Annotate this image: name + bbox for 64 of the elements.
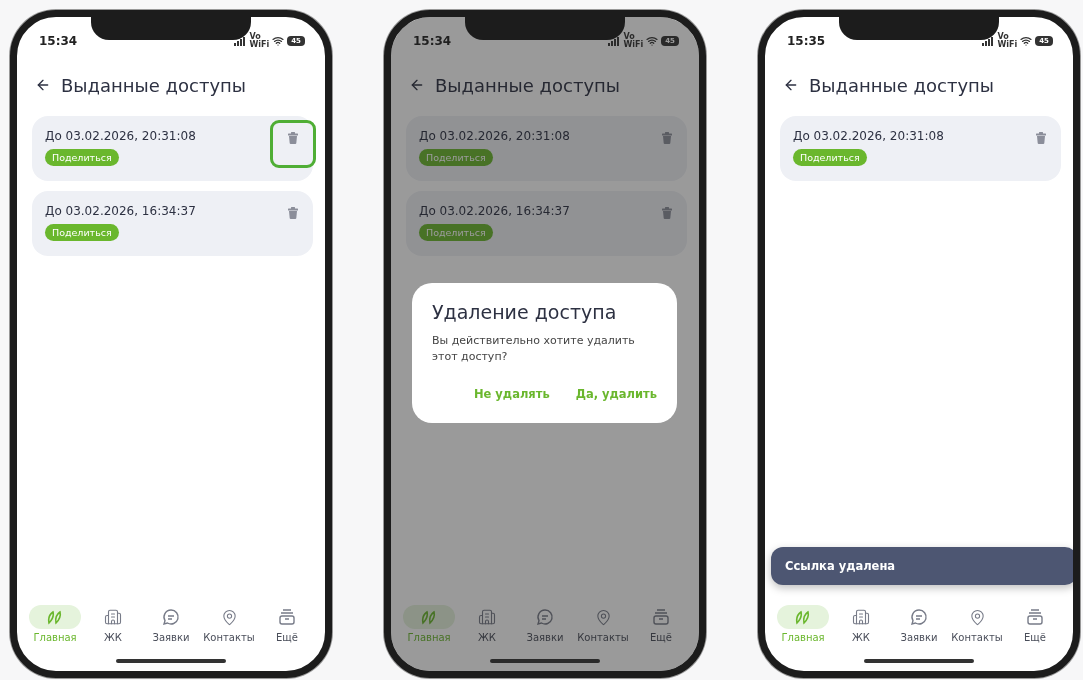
- nav-tab[interactable]: Контакты: [201, 605, 257, 643]
- wifi-icon: [646, 35, 659, 47]
- page-title: Выданные доступы: [809, 74, 995, 96]
- vowifi-label: Vo WiFi: [997, 33, 1018, 49]
- nav-tab[interactable]: Заявки: [517, 605, 573, 643]
- status-time: 15:34: [413, 34, 452, 48]
- wifi-icon: [1020, 35, 1033, 47]
- trash-icon: [1036, 132, 1046, 144]
- buildings-icon: [478, 608, 496, 626]
- back-icon[interactable]: [409, 77, 425, 93]
- nav-tab[interactable]: Заявки: [143, 605, 199, 643]
- dialog-title: Удаление доступа: [432, 301, 618, 323]
- page-title: Выданные доступы: [61, 74, 247, 96]
- leaves-icon: [795, 609, 811, 625]
- share-button[interactable]: Поделиться: [45, 224, 119, 241]
- chat-bubble-icon: [162, 608, 180, 626]
- status-time: 15:34: [39, 34, 78, 48]
- expiry-date: До 03.02.2026, 20:31:08: [793, 129, 944, 143]
- signal-icon: [234, 36, 247, 46]
- wifi-icon: [272, 35, 285, 47]
- nav-tab[interactable]: Заявки: [891, 605, 947, 643]
- back-icon[interactable]: [35, 77, 51, 93]
- nav-tab[interactable]: Ещё: [259, 605, 315, 643]
- location-pin-icon: [968, 608, 986, 626]
- chat-bubble-icon: [536, 608, 554, 626]
- nav-tab[interactable]: Ещё: [1007, 605, 1063, 643]
- signal-icon: [982, 36, 995, 46]
- stack-box-icon: [1026, 608, 1044, 626]
- buildings-icon: [852, 608, 870, 626]
- nav-tab[interactable]: Ещё: [633, 605, 689, 643]
- chat-bubble-icon: [910, 608, 928, 626]
- nav-tab[interactable]: ЖК: [85, 605, 141, 643]
- trash-icon: [288, 207, 298, 219]
- signal-icon: [608, 36, 621, 46]
- dialog-action[interactable]: Не удалять: [473, 387, 550, 401]
- vowifi-label: Vo WiFi: [623, 33, 644, 49]
- leaves-icon: [421, 609, 437, 625]
- expiry-date: До 03.02.2026, 16:34:37: [419, 204, 570, 218]
- trash-icon: [662, 207, 672, 219]
- stack-box-icon: [652, 608, 670, 626]
- nav-tab[interactable]: ЖК: [833, 605, 889, 643]
- location-pin-icon: [220, 608, 238, 626]
- stack-box-icon: [278, 608, 296, 626]
- nav-tab[interactable]: Контакты: [949, 605, 1005, 643]
- back-icon[interactable]: [783, 77, 799, 93]
- dialog-message: Вы действительно хотите удалить этот доступ?: [432, 333, 636, 365]
- trash-icon: [288, 132, 298, 144]
- expiry-date: До 03.02.2026, 16:34:37: [45, 204, 196, 218]
- dialog-action[interactable]: Да, удалить: [575, 387, 657, 401]
- trash-icon: [662, 132, 672, 144]
- nav-tab[interactable]: Контакты: [575, 605, 631, 643]
- buildings-icon: [104, 608, 122, 626]
- expiry-date: До 03.02.2026, 20:31:08: [45, 129, 196, 143]
- vowifi-label: Vo WiFi: [249, 33, 270, 49]
- expiry-date: До 03.02.2026, 20:31:08: [419, 129, 570, 143]
- leaves-icon: [47, 609, 63, 625]
- page-title: Выданные доступы: [435, 74, 621, 96]
- share-button[interactable]: Поделиться: [793, 149, 867, 166]
- delete-button[interactable]: [270, 120, 316, 168]
- location-pin-icon: [594, 608, 612, 626]
- nav-tab[interactable]: ЖК: [459, 605, 515, 643]
- status-time: 15:35: [787, 34, 826, 48]
- share-button[interactable]: Поделиться: [45, 149, 119, 166]
- toast-message: Ссылка удалена: [771, 547, 1073, 585]
